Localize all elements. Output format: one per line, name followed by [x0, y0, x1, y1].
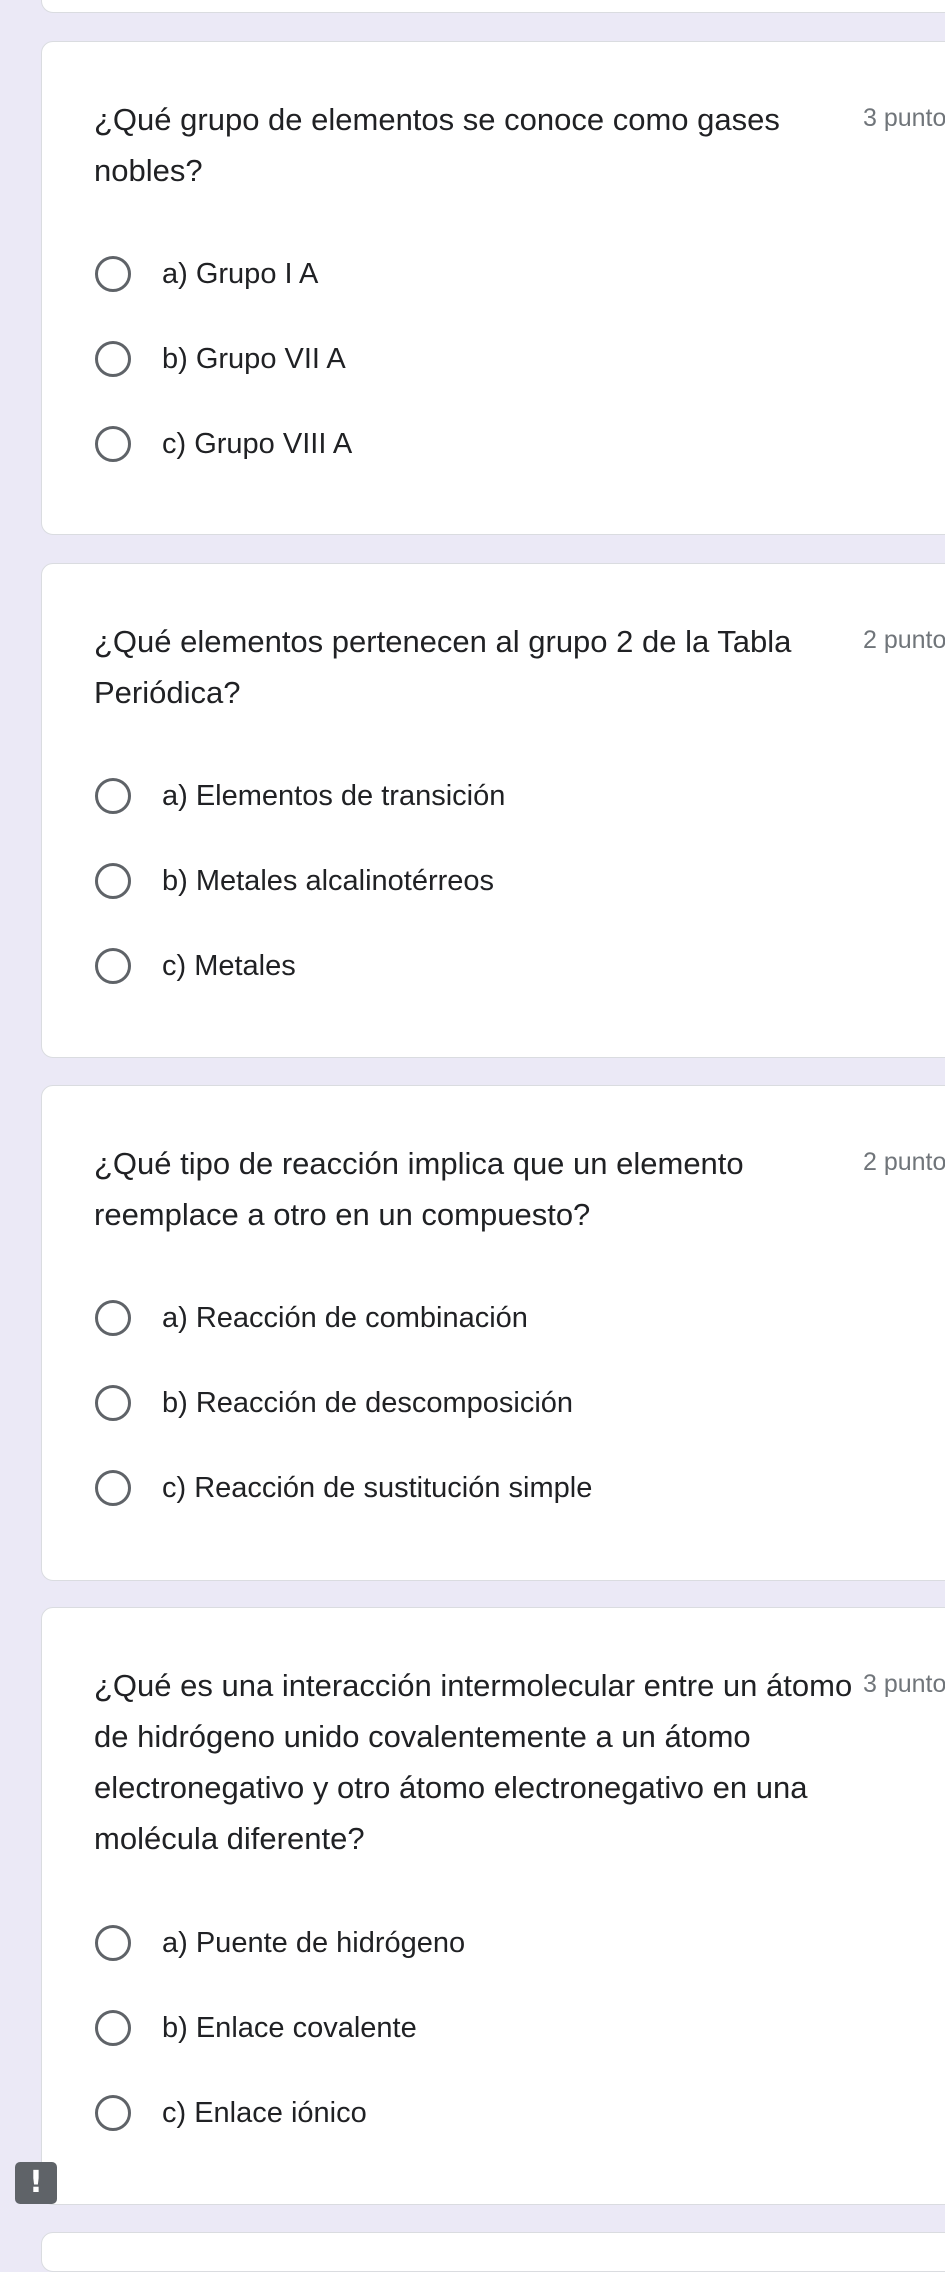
- answer-option-a[interactable]: a) Elementos de transición: [94, 753, 894, 838]
- answer-options: a) Reacción de combinación b) Reacción d…: [94, 1275, 894, 1530]
- question-card-1: ¿Qué grupo de elementos se conoce como g…: [41, 41, 945, 535]
- radio-button[interactable]: [95, 340, 131, 377]
- radio-button[interactable]: [95, 777, 131, 814]
- question-points: 3 puntos: [863, 104, 945, 132]
- question-card-2: ¿Qué elementos pertenecen al grupo 2 de …: [41, 563, 945, 1058]
- answer-option-label: c) Reacción de sustitución simple: [162, 1471, 593, 1504]
- answer-option-label: b) Metales alcalinotérreos: [162, 864, 495, 897]
- radio-button[interactable]: [95, 1924, 131, 1961]
- answer-option-c[interactable]: c) Metales: [94, 923, 894, 1008]
- question-card-3: ¿Qué tipo de reacción implica que un ele…: [41, 1085, 945, 1581]
- answer-options: a) Elementos de transición b) Metales al…: [94, 753, 894, 1008]
- radio-button[interactable]: [95, 1384, 131, 1421]
- question-points: 2 puntos: [863, 1148, 945, 1176]
- answer-option-c[interactable]: c) Grupo VIII A: [94, 401, 894, 486]
- answer-option-label: b) Reacción de descomposición: [162, 1386, 574, 1419]
- answer-option-label: b) Enlace covalente: [162, 2011, 417, 2044]
- previous-question-card: [41, 0, 945, 13]
- question-title: ¿Qué es una interacción intermolecular e…: [94, 1668, 853, 1856]
- answer-option-label: c) Metales: [162, 949, 296, 982]
- radio-button[interactable]: [95, 2009, 131, 2046]
- question-title: ¿Qué elementos pertenecen al grupo 2 de …: [94, 624, 792, 710]
- answer-option-a[interactable]: a) Reacción de combinación: [94, 1275, 894, 1360]
- radio-button[interactable]: [95, 2094, 131, 2131]
- answer-option-label: a) Elementos de transición: [162, 779, 506, 812]
- answer-option-c[interactable]: c) Reacción de sustitución simple: [94, 1445, 894, 1530]
- question-title: ¿Qué tipo de reacción implica que un ele…: [94, 1146, 744, 1232]
- next-question-card: [41, 2232, 945, 2272]
- answer-option-label: b) Grupo VII A: [162, 342, 346, 375]
- radio-button[interactable]: [95, 1469, 131, 1506]
- question-title: ¿Qué grupo de elementos se conoce como g…: [94, 102, 780, 188]
- radio-button[interactable]: [95, 947, 131, 984]
- answer-option-label: c) Enlace iónico: [162, 2096, 367, 2129]
- question-points: 3 puntos: [863, 1670, 945, 1698]
- question-points: 2 puntos: [863, 626, 945, 654]
- answer-option-a[interactable]: a) Puente de hidrógeno: [94, 1900, 894, 1985]
- radio-button[interactable]: [95, 862, 131, 899]
- answer-option-c[interactable]: c) Enlace iónico: [94, 2070, 894, 2155]
- answer-option-label: a) Puente de hidrógeno: [162, 1926, 466, 1959]
- answer-option-a[interactable]: a) Grupo I A: [94, 231, 894, 316]
- question-card-4: ¿Qué es una interacción intermolecular e…: [41, 1607, 945, 2205]
- radio-button[interactable]: [95, 255, 131, 292]
- answer-option-b[interactable]: b) Enlace covalente: [94, 1985, 894, 2070]
- radio-button[interactable]: [95, 1299, 131, 1336]
- exclamation-icon[interactable]: !: [15, 2162, 57, 2204]
- answer-option-label: c) Grupo VIII A: [162, 427, 353, 460]
- radio-button[interactable]: [95, 425, 131, 462]
- answer-option-b[interactable]: b) Grupo VII A: [94, 316, 894, 401]
- answer-option-label: a) Grupo I A: [162, 257, 319, 290]
- answer-option-b[interactable]: b) Reacción de descomposición: [94, 1360, 894, 1445]
- answer-option-label: a) Reacción de combinación: [162, 1301, 528, 1334]
- answer-options: a) Puente de hidrógeno b) Enlace covalen…: [94, 1900, 894, 2155]
- answer-option-b[interactable]: b) Metales alcalinotérreos: [94, 838, 894, 923]
- answer-options: a) Grupo I A b) Grupo VII A c) Grupo VII…: [94, 231, 894, 486]
